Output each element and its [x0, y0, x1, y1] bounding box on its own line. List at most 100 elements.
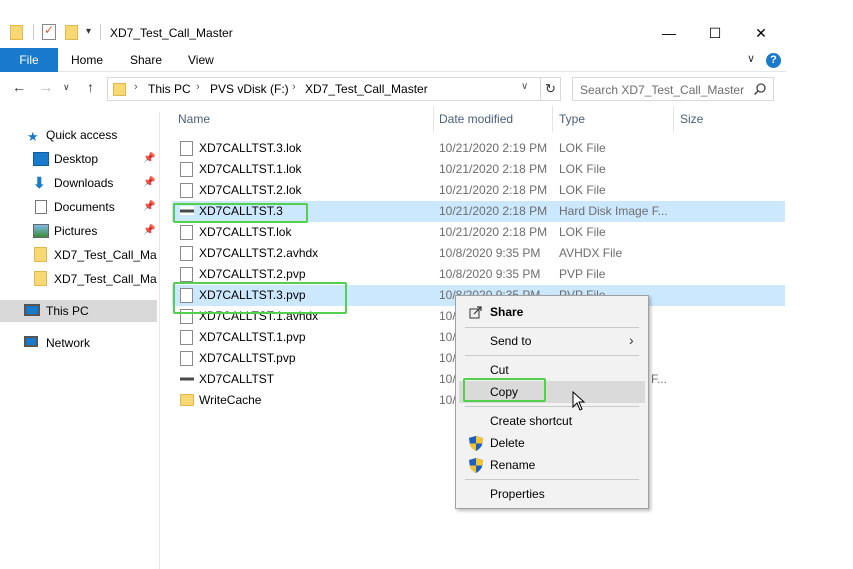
- file-icon: [180, 330, 193, 345]
- file-row[interactable]: XD7CALLTST.lok 10/21/2020 2:18 PM LOK Fi…: [172, 222, 785, 243]
- nav-documents[interactable]: Documents 📌: [0, 196, 157, 218]
- column-divider[interactable]: [673, 106, 674, 132]
- menu-item-rename[interactable]: Rename: [459, 454, 645, 476]
- column-divider[interactable]: [433, 106, 434, 132]
- chevron-right-icon[interactable]: ›: [196, 81, 200, 93]
- nav-pictures[interactable]: Pictures 📌: [0, 220, 157, 242]
- nav-downloads[interactable]: ⬇ Downloads 📌: [0, 172, 157, 194]
- folder-icon: [113, 83, 126, 96]
- navigation-pane: ★ Quick access Desktop 📌 ⬇ Downloads 📌 D…: [0, 112, 160, 569]
- help-icon[interactable]: ?: [766, 53, 781, 68]
- file-type: F...: [651, 372, 668, 386]
- expand-ribbon-icon[interactable]: ∨: [747, 52, 755, 65]
- menu-item-share[interactable]: Share: [459, 301, 645, 323]
- column-header-type[interactable]: Type: [559, 106, 585, 132]
- tab-share[interactable]: Share: [130, 48, 162, 72]
- pin-icon[interactable]: 📌: [143, 220, 155, 242]
- folder-icon: [180, 394, 194, 406]
- file-name: XD7CALLTST.2.pvp: [199, 267, 306, 281]
- menu-item-properties[interactable]: Properties: [459, 483, 645, 505]
- close-button[interactable]: ✕: [738, 22, 784, 44]
- download-icon: ⬇: [33, 175, 46, 192]
- breadcrumb-pvs-vdisk[interactable]: PVS vDisk (F:): [210, 82, 289, 96]
- recent-locations-icon[interactable]: ∨: [63, 82, 70, 93]
- column-header-name[interactable]: Name: [178, 106, 210, 132]
- window-title: XD7_Test_Call_Master: [110, 26, 233, 40]
- file-date: 10/8/2020 9:35 PM: [439, 246, 541, 260]
- new-folder-icon[interactable]: [65, 25, 78, 40]
- file-date: 10/: [439, 309, 456, 323]
- uac-shield-icon: [469, 436, 483, 451]
- share-icon: [469, 306, 482, 319]
- search-input[interactable]: Search XD7_Test_Call_Master: [572, 77, 774, 101]
- tab-file[interactable]: File: [0, 48, 58, 72]
- chevron-down-icon[interactable]: ∨: [521, 81, 528, 92]
- file-row[interactable]: XD7CALLTST.1.lok 10/21/2020 2:18 PM LOK …: [172, 159, 785, 180]
- nav-folder-1[interactable]: XD7_Test_Call_Mast: [0, 244, 157, 266]
- highlight-box: [173, 282, 347, 314]
- file-date: 10/21/2020 2:18 PM: [439, 204, 548, 218]
- nav-network[interactable]: Network: [0, 332, 157, 354]
- forward-icon[interactable]: →: [39, 79, 53, 95]
- pin-icon[interactable]: 📌: [143, 148, 155, 170]
- menu-separator: [465, 406, 639, 407]
- file-row[interactable]: XD7CALLTST.3.lok 10/21/2020 2:19 PM LOK …: [172, 138, 785, 159]
- file-name: XD7CALLTST.lok: [199, 225, 292, 239]
- file-name: XD7CALLTST: [199, 372, 275, 386]
- file-icon: [180, 162, 193, 177]
- refresh-button[interactable]: ↻: [541, 77, 561, 101]
- tab-view[interactable]: View: [188, 48, 214, 72]
- divider: [33, 24, 34, 40]
- file-date: 10/21/2020 2:19 PM: [439, 141, 548, 155]
- file-type: PVP File: [559, 267, 606, 281]
- pin-icon[interactable]: 📌: [143, 196, 155, 218]
- up-icon[interactable]: ↑: [87, 79, 94, 95]
- column-header-date[interactable]: Date modified: [439, 106, 513, 132]
- file-type: LOK File: [559, 183, 606, 197]
- properties-icon[interactable]: ✓: [42, 23, 56, 40]
- file-name: XD7CALLTST.1.lok: [199, 162, 302, 176]
- nav-folder-2[interactable]: XD7_Test_Call_Mast: [0, 268, 157, 290]
- breadcrumb-this-pc[interactable]: This PC: [148, 82, 191, 96]
- nav-quick-access[interactable]: ★ Quick access: [0, 124, 157, 146]
- menu-item-delete[interactable]: Delete: [459, 432, 645, 454]
- context-menu: Share Send to › Cut Copy Create shortcut…: [455, 295, 649, 509]
- file-date: 10/21/2020 2:18 PM: [439, 162, 548, 176]
- file-name: XD7CALLTST.1.pvp: [199, 330, 306, 344]
- customize-toolbar-icon[interactable]: ▾: [86, 26, 91, 37]
- nav-desktop[interactable]: Desktop 📌: [0, 148, 157, 170]
- folder-icon: [10, 25, 23, 40]
- back-icon[interactable]: ←: [12, 79, 26, 95]
- documents-icon: [35, 200, 47, 214]
- pictures-icon: [33, 224, 49, 238]
- chevron-right-icon: ›: [629, 332, 634, 348]
- file-row[interactable]: XD7CALLTST.2.lok 10/21/2020 2:18 PM LOK …: [172, 180, 785, 201]
- file-date: 10/: [439, 393, 456, 407]
- file-date: 10/21/2020 2:18 PM: [439, 225, 548, 239]
- maximize-button[interactable]: ☐: [692, 22, 738, 44]
- file-row[interactable]: XD7CALLTST.2.avhdx 10/8/2020 9:35 PM AVH…: [172, 243, 785, 264]
- minimize-button[interactable]: —: [646, 22, 692, 44]
- file-date: 10/8/2020 9:35 PM: [439, 267, 541, 281]
- menu-separator: [465, 327, 639, 328]
- file-date: 10/: [439, 372, 456, 386]
- desktop-icon: [33, 152, 49, 166]
- nav-this-pc[interactable]: This PC: [0, 300, 157, 322]
- divider: [100, 24, 101, 40]
- column-header-size[interactable]: Size: [680, 106, 703, 132]
- file-date: 10/: [439, 351, 456, 365]
- chevron-right-icon[interactable]: ›: [134, 81, 138, 93]
- column-divider[interactable]: [552, 106, 553, 132]
- address-bar[interactable]: › This PC › PVS vDisk (F:) › XD7_Test_Ca…: [107, 77, 541, 101]
- tab-home[interactable]: Home: [71, 48, 103, 72]
- chevron-right-icon[interactable]: ›: [292, 81, 296, 93]
- file-type: AVHDX File: [559, 246, 623, 260]
- breadcrumb-folder[interactable]: XD7_Test_Call_Master: [305, 82, 428, 96]
- file-type: LOK File: [559, 225, 606, 239]
- disk-image-icon: [180, 374, 194, 383]
- file-date: 10/21/2020 2:18 PM: [439, 183, 548, 197]
- menu-item-send-to[interactable]: Send to ›: [459, 330, 645, 352]
- menu-item-create-shortcut[interactable]: Create shortcut: [459, 410, 645, 432]
- computer-icon: [24, 304, 40, 316]
- pin-icon[interactable]: 📌: [143, 172, 155, 194]
